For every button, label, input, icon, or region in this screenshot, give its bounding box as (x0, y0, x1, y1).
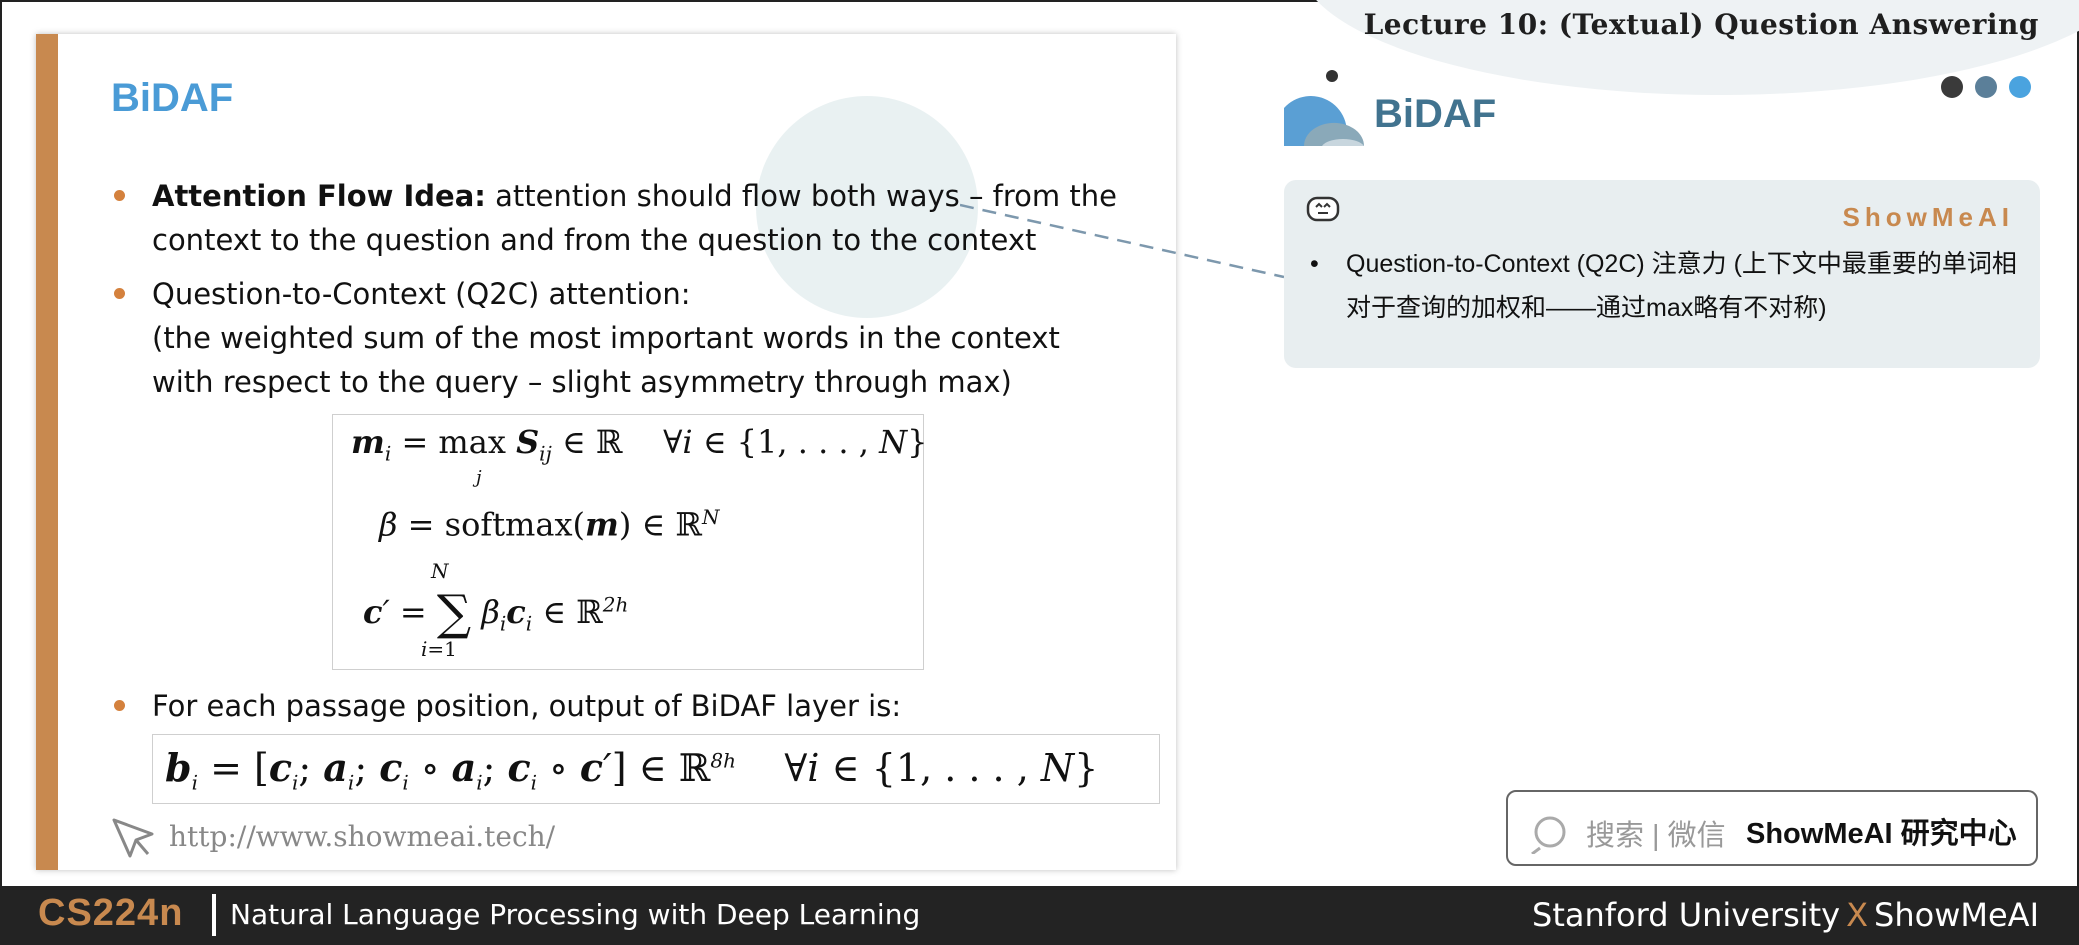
search-label: 搜索 | 微信 (1586, 820, 1726, 852)
equation-b: bi = [ci; ai; ci ∘ ai; ci ∘ c′] ∈ ℝ8h ∀i… (165, 745, 1099, 795)
course-title: Natural Language Processing with Deep Le… (230, 898, 921, 931)
note-text-item: • Question-to-Context (Q2C) 注意力 (上下文中最重要… (1310, 242, 2030, 330)
wechat-search-box[interactable]: 搜索 | 微信 ShowMeAI 研究中心 (1506, 790, 2038, 866)
footer-bar: CS224n Natural Language Processing with … (0, 886, 2079, 945)
slide-nav-dots (1941, 76, 2031, 98)
bullet-text: Question-to-Context (Q2C) attention: (152, 277, 691, 311)
slide-accent-bar (36, 34, 58, 870)
lecture-title: Lecture 10: (Textual) Question Answering (1363, 8, 2039, 41)
note-card: ShowMeAI • Question-to-Context (Q2C) 注意力… (1284, 180, 2040, 368)
bullet-q2c: Question-to-Context (Q2C) attention: (th… (114, 272, 1060, 404)
note-text: Question-to-Context (Q2C) 注意力 (上下文中最重要的单… (1346, 250, 2017, 322)
search-icon (1530, 814, 1574, 859)
section-title: BiDAF (1374, 92, 1497, 136)
bullet-bidaf-output: For each passage position, output of BiD… (114, 684, 902, 728)
bullet-dot (114, 190, 125, 201)
bidaf-output-equation: bi = [ci; ai; ci ∘ ai; ci ∘ c′] ∈ ℝ8h ∀i… (152, 734, 1160, 804)
q2c-equations: mi = max Sij ∈ ℝ ∀i ∈ {1, . . . , N} j β… (332, 414, 928, 670)
cursor-icon (108, 814, 158, 867)
annotation-connector (960, 203, 1285, 279)
nav-dot-2[interactable] (1975, 76, 1997, 98)
bullet-text: For each passage position, output of BiD… (152, 689, 902, 723)
equation-beta: β = softmax(m) ∈ ℝN (379, 505, 720, 544)
equation-sum-lower: i=1 (421, 637, 457, 661)
nav-dot-1[interactable] (1941, 76, 1963, 98)
footer-divider (212, 894, 216, 936)
course-code: CS224n (38, 892, 184, 934)
brand-label: ShowMeAI (1842, 202, 2014, 232)
equation-m-subscript: j (476, 467, 482, 488)
footer-brand: ShowMeAI (1874, 896, 2039, 934)
bullet-dot (114, 288, 125, 299)
bullet-dot (114, 700, 125, 711)
nav-dot-3[interactable] (2009, 76, 2031, 98)
bullet-bold-label: Attention Flow Idea: (152, 179, 486, 213)
robot-icon (1306, 194, 1340, 229)
note-bullet-dot: • (1310, 250, 1319, 278)
footer-x: X (1846, 896, 1869, 934)
bullet-text: with respect to the query – slight asymm… (152, 365, 1012, 399)
slide-title: BiDAF (111, 76, 234, 120)
equation-m: mi = max Sij ∈ ℝ ∀i ∈ {1, . . . , N} (351, 423, 928, 466)
source-link[interactable]: http://www.showmeai.tech/ (169, 820, 555, 853)
bullet-text: (the weighted sum of the most important … (152, 321, 1060, 355)
bullet-text: context to the question and from the que… (152, 223, 1037, 257)
university-name: Stanford University (1532, 896, 1841, 934)
equation-sum-upper: N (431, 559, 449, 583)
equation-c-prime: c′ = ∑ βici ∈ ℝ2h (363, 585, 629, 641)
bidaf-logo-icon (1284, 68, 1374, 148)
footer-credits: Stanford University X ShowMeAI (1532, 896, 2039, 934)
search-brand: ShowMeAI 研究中心 (1746, 818, 2017, 850)
slide-card: BiDAF Attention Flow Idea: attention sho… (36, 34, 1176, 870)
